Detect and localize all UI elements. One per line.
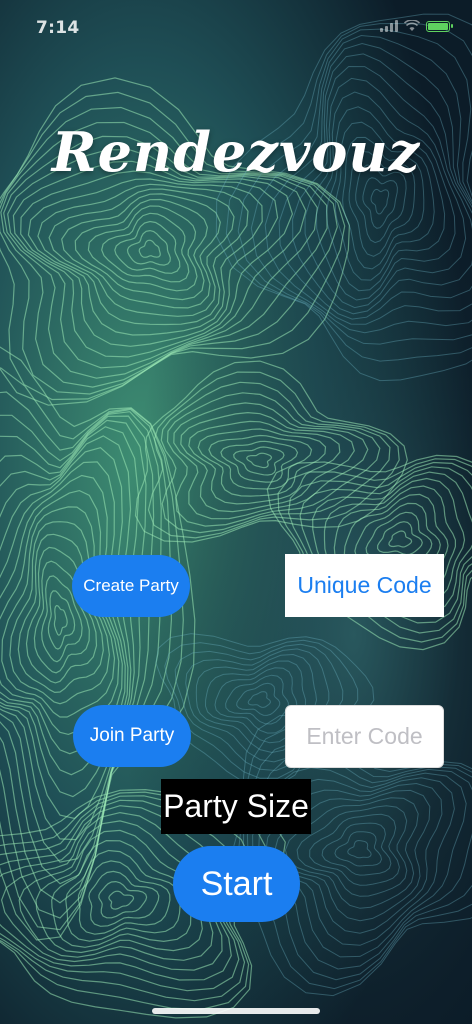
party-size-label: Party Size [161, 779, 311, 834]
status-indicators [380, 20, 453, 32]
app-title: Rendezvouz [51, 120, 421, 184]
unique-code-display: Unique Code [285, 554, 444, 617]
status-bar: 7:14 [0, 0, 472, 44]
start-button[interactable]: Start [173, 846, 300, 922]
status-time: 7:14 [36, 18, 80, 38]
home-indicator[interactable] [152, 1008, 320, 1014]
enter-code-input[interactable] [285, 705, 444, 768]
signal-icon [380, 20, 398, 32]
join-party-button[interactable]: Join Party [73, 705, 191, 767]
wifi-icon [404, 20, 420, 31]
create-party-button[interactable]: Create Party [72, 555, 190, 617]
battery-icon [426, 20, 453, 32]
